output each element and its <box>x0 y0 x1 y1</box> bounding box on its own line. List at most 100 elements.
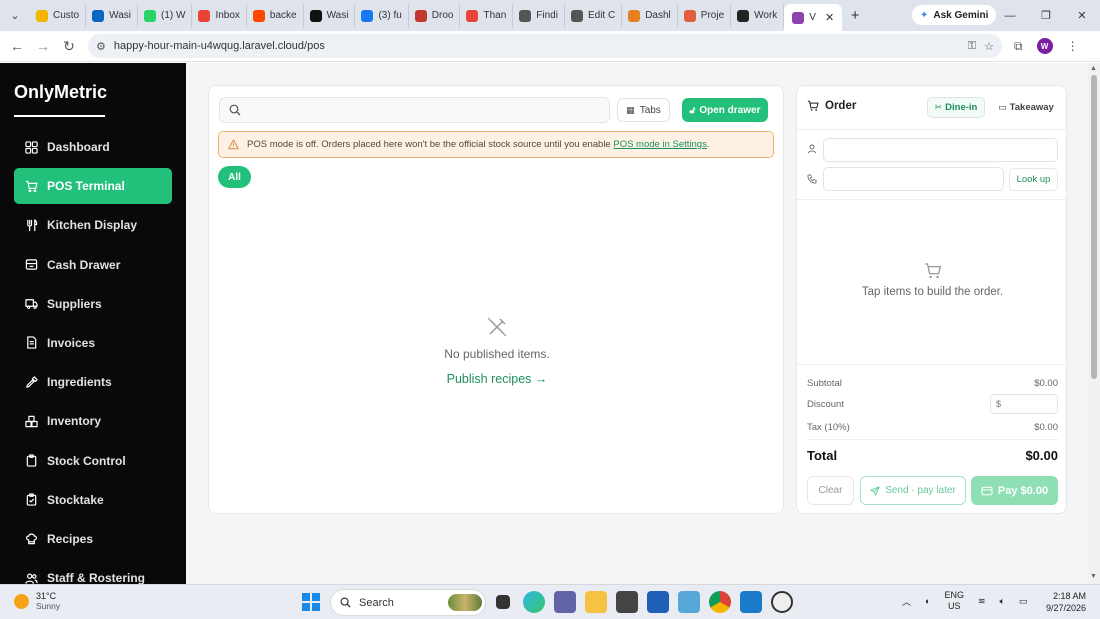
forward-icon[interactable]: → <box>30 38 56 54</box>
customer-name-field[interactable] <box>823 138 1058 162</box>
sidebar-item-kitchen-display[interactable]: Kitchen Display <box>14 207 172 243</box>
send-pay-later-button[interactable]: Send · pay later <box>860 476 966 505</box>
browser-tab[interactable]: Custo <box>30 3 87 28</box>
task-view-icon[interactable] <box>496 595 510 609</box>
takeaway-label: Takeaway <box>1009 102 1054 113</box>
scroll-up-icon[interactable]: ▲ <box>1090 65 1097 72</box>
github-desktop-icon[interactable] <box>771 591 793 613</box>
item-search-input[interactable] <box>248 102 598 120</box>
sidebar-item-invoices[interactable]: Invoices <box>14 325 172 361</box>
wifi-icon[interactable]: ≋ <box>978 596 986 607</box>
taskbar-clock[interactable]: 2:18 AM 9/27/2026 <box>1046 590 1086 614</box>
tax-row: Tax (10%) $0.00 <box>807 422 1058 433</box>
browser-tab[interactable]: backe <box>247 3 304 28</box>
tab-favicon-icon <box>628 9 641 22</box>
sidebar-item-inventory[interactable]: Inventory <box>14 403 172 439</box>
discount-row: Discount $ <box>807 394 1058 414</box>
lookup-button[interactable]: Look up <box>1009 168 1058 191</box>
browser-tab[interactable]: Than <box>460 3 514 28</box>
taskbar-search-label: Search <box>359 596 394 609</box>
edge-icon[interactable] <box>523 591 545 613</box>
teams-icon[interactable] <box>554 591 576 613</box>
category-chip-all[interactable]: All <box>218 166 251 188</box>
sidebar-item-cash-drawer[interactable]: Cash Drawer <box>14 247 172 283</box>
sun-icon <box>14 593 29 609</box>
back-icon[interactable]: ← <box>4 38 30 54</box>
discount-input[interactable]: $ <box>990 394 1058 414</box>
close-window-icon[interactable]: ✕ <box>1064 0 1100 31</box>
notepad-icon[interactable] <box>678 591 700 613</box>
pay-label: Pay $0.00 <box>997 484 1049 497</box>
clipboard-check-icon <box>26 493 37 506</box>
vscode-icon[interactable] <box>740 591 762 613</box>
tabs-button[interactable]: ▦ Tabs <box>617 98 670 122</box>
sidebar-item-stock-control[interactable]: Stock Control <box>14 443 172 479</box>
site-info-icon[interactable]: ⚙ <box>96 40 106 53</box>
item-search-box[interactable] <box>219 97 610 123</box>
clear-button[interactable]: Clear <box>807 476 854 505</box>
volume-icon[interactable]: 🔈︎ <box>1000 596 1005 607</box>
taskbar-apps <box>492 591 793 613</box>
takeaway-toggle[interactable]: ▭ Takeaway <box>992 97 1060 118</box>
tab-title: (3) fu <box>378 10 402 21</box>
dine-in-toggle[interactable]: ✂︎ Dine-in <box>927 97 985 118</box>
tab-title: backe <box>269 10 297 21</box>
scrollbar-thumb[interactable] <box>1091 75 1097 379</box>
language-indicator[interactable]: ENG US <box>944 590 964 612</box>
page-scrollbar[interactable]: ▲ ▼ <box>1088 63 1100 584</box>
password-key-icon[interactable]: ⚿ <box>968 40 976 53</box>
pos-settings-link[interactable]: POS mode in Settings <box>613 139 706 150</box>
ask-gemini-button[interactable]: ✦ Ask Gemini <box>912 5 997 25</box>
address-bar[interactable]: ⚙ happy-hour-main-u4wqug.laravel.cloud/p… <box>88 34 1002 58</box>
sidebar-item-ingredients[interactable]: Ingredients <box>14 364 172 400</box>
minimize-icon[interactable]: — <box>992 0 1028 31</box>
taskbar-search[interactable]: Search <box>330 589 486 616</box>
store-icon[interactable] <box>647 591 669 613</box>
customer-phone-field[interactable] <box>823 167 1004 191</box>
browser-tab[interactable]: Wasi <box>86 3 138 28</box>
browser-tab[interactable]: Wasi <box>304 3 356 28</box>
chrome-icon[interactable] <box>709 591 731 613</box>
bookmark-star-icon[interactable]: ☆ <box>984 40 994 53</box>
alert-message: POS mode is off. Orders placed here won'… <box>247 139 709 150</box>
browser-tab[interactable]: Edit C <box>565 3 623 28</box>
browser-tab[interactable]: Inbox <box>192 3 247 28</box>
file-explorer-icon[interactable] <box>585 591 607 613</box>
tab-active[interactable]: V ✕ <box>784 4 843 31</box>
sidebar-item-suppliers[interactable]: Suppliers <box>14 286 172 322</box>
open-drawer-button[interactable]: 🔓︎ Open drawer <box>682 98 768 122</box>
browser-tab[interactable]: Work <box>731 3 785 28</box>
tray-chevron-icon[interactable]: ︿ <box>902 595 911 608</box>
tab-favicon-icon <box>519 9 532 22</box>
sidebar-item-stocktake[interactable]: Stocktake <box>14 482 172 518</box>
close-tab-icon[interactable]: ✕ <box>825 11 834 24</box>
sidebar-item-dashboard[interactable]: Dashboard <box>14 129 172 165</box>
sidebar-item-staff-rostering[interactable]: Staff & Rostering <box>14 560 172 584</box>
scroll-down-icon[interactable]: ▼ <box>1090 573 1097 580</box>
sidebar-item-recipes[interactable]: Recipes <box>14 521 172 557</box>
new-tab-button[interactable]: + <box>842 7 868 24</box>
tab-title: Findi <box>536 10 558 21</box>
profile-avatar[interactable]: W <box>1036 38 1053 54</box>
browser-tab[interactable]: Droo <box>409 3 461 28</box>
start-windows-icon[interactable] <box>302 593 320 611</box>
browser-tab[interactable]: Dashl <box>622 3 678 28</box>
publish-recipes-link[interactable]: Publish recipes → <box>209 372 785 386</box>
tray-network-app-icon[interactable]: ◐ <box>925 596 930 606</box>
browser-tab[interactable]: (1) W <box>138 3 193 28</box>
dine-in-label: Dine-in <box>945 102 978 113</box>
browser-menu-icon[interactable]: ⋮ <box>1067 39 1079 53</box>
app-cube-icon[interactable] <box>616 591 638 613</box>
sidebar-item-label: Recipes <box>47 531 94 546</box>
reload-icon[interactable]: ↻ <box>56 38 82 55</box>
sidebar-item-pos-terminal[interactable]: POS Terminal <box>14 168 172 205</box>
browser-tab[interactable]: (3) fu <box>355 3 409 28</box>
restore-icon[interactable]: ❐ <box>1028 0 1064 31</box>
battery-icon[interactable]: ▭ <box>1019 596 1028 607</box>
tab-search-icon[interactable]: ⌄ <box>0 0 30 31</box>
browser-tab[interactable]: Proje <box>678 3 732 28</box>
browser-tab[interactable]: Findi <box>513 3 565 28</box>
extensions-icon[interactable]: ⧉ <box>1014 39 1023 54</box>
pay-button[interactable]: Pay $0.00 <box>971 476 1058 505</box>
weather-widget[interactable]: 31°C Sunny <box>14 591 60 611</box>
